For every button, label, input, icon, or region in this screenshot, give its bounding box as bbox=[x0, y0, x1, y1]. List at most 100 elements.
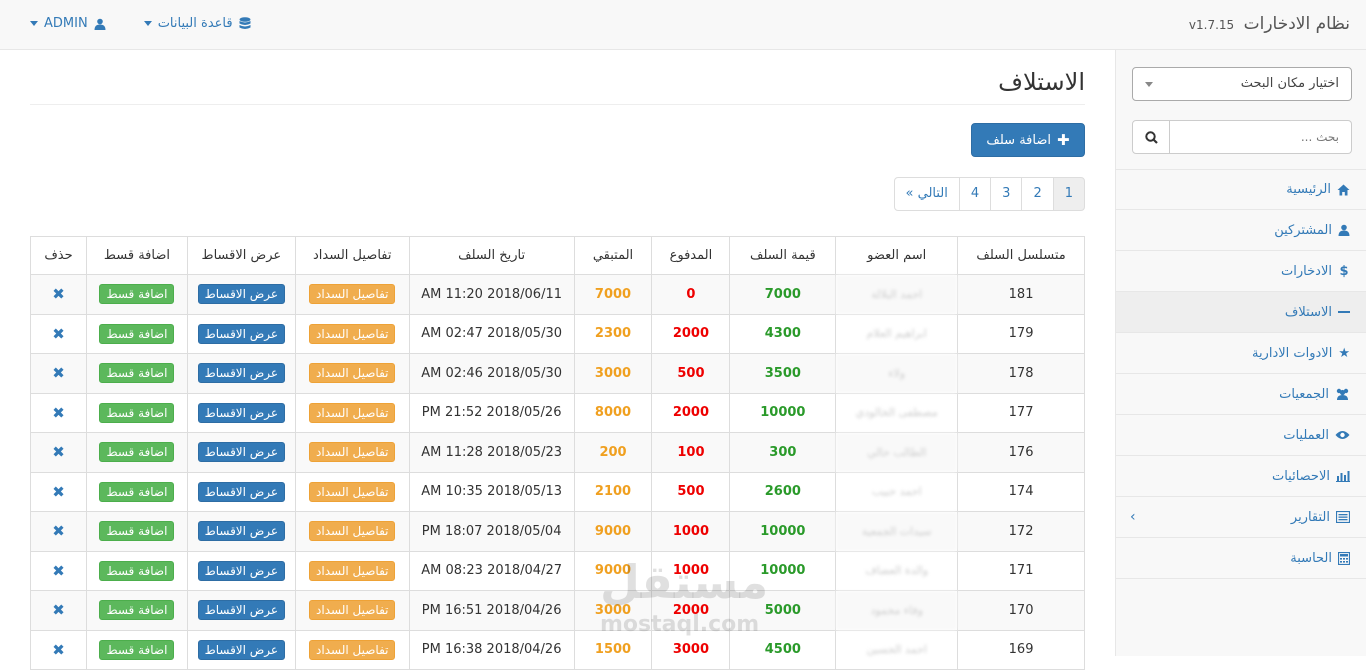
delete-icon[interactable]: ✖ bbox=[52, 404, 65, 422]
column-header: حذف bbox=[29, 236, 88, 275]
add-installment-button[interactable]: اضافة قسط bbox=[99, 363, 175, 384]
payment-details-button[interactable]: تفاصيل السداد bbox=[309, 521, 396, 542]
home-icon bbox=[1337, 184, 1350, 195]
payment-details-button[interactable]: تفاصيل السداد bbox=[309, 442, 396, 463]
admin-menu[interactable]: ADMIN bbox=[30, 16, 106, 31]
add-installment-button[interactable]: اضافة قسط bbox=[99, 323, 175, 344]
remaining-cell: 7000 bbox=[573, 274, 653, 315]
page-2[interactable]: 2 bbox=[1021, 177, 1054, 211]
member-name-cell: ابراهيم العلام bbox=[835, 313, 959, 354]
member-name-cell: ولاء bbox=[835, 353, 959, 394]
remaining-cell: 9000 bbox=[573, 550, 653, 591]
table-body: 181 احمد البلالة 7000 0 7000 AM 11:20 2018/06… bbox=[29, 274, 1085, 670]
view-installments-button[interactable]: عرض الاقساط bbox=[197, 323, 286, 344]
star-icon: ★ bbox=[1338, 345, 1350, 361]
payment-details-button[interactable]: تفاصيل السداد bbox=[309, 363, 396, 384]
add-installment-button[interactable]: اضافة قسط bbox=[99, 521, 175, 542]
payment-details-button[interactable]: تفاصيل السداد bbox=[309, 639, 396, 660]
delete-icon[interactable]: ✖ bbox=[52, 483, 65, 501]
loan-id-cell: 176 bbox=[957, 432, 1085, 473]
add-installment-button[interactable]: اضافة قسط bbox=[99, 639, 175, 660]
sidebar-item-operations[interactable]: العمليات bbox=[1116, 415, 1366, 456]
add-loan-button[interactable]: ✚ اضافة سلف bbox=[971, 123, 1085, 157]
app-brand[interactable]: نظام الادخارات v1.7.15 bbox=[1189, 14, 1350, 34]
table-row: 177 مصطفى الخالودي 10000 2000 8000 PM 21:52 2… bbox=[29, 392, 1085, 433]
payment-details-button[interactable]: تفاصيل السداد bbox=[309, 481, 396, 502]
payment-details-button[interactable]: تفاصيل السداد bbox=[309, 323, 396, 344]
search-button[interactable] bbox=[1132, 120, 1170, 154]
database-menu[interactable]: قاعدة البيانات bbox=[143, 16, 251, 31]
view-installments-button[interactable]: عرض الاقساط bbox=[197, 560, 286, 581]
view-installments-button[interactable]: عرض الاقساط bbox=[197, 481, 286, 502]
caret-down-icon bbox=[30, 21, 38, 26]
add-installment-button[interactable]: اضافة قسط bbox=[99, 560, 175, 581]
delete-icon[interactable]: ✖ bbox=[52, 641, 65, 659]
table-row: 170 وفاء محمود 5000 2000 3000 PM 16:51 2018/0… bbox=[29, 590, 1085, 631]
delete-icon[interactable]: ✖ bbox=[52, 364, 65, 382]
loan-id-cell: 181 bbox=[957, 274, 1085, 315]
add-installment-button[interactable]: اضافة قسط bbox=[99, 600, 175, 621]
loan-date-cell: PM 21:52 2018/05/26 bbox=[408, 392, 575, 433]
delete-icon[interactable]: ✖ bbox=[52, 601, 65, 619]
sidebar-item-associations[interactable]: الجمعيات bbox=[1116, 374, 1366, 415]
sidebar-item-label: الرئيسية bbox=[1286, 182, 1331, 197]
page-1[interactable]: 1 bbox=[1052, 177, 1085, 211]
member-name-cell: سيدات الجمعية bbox=[835, 511, 959, 552]
delete-cell: ✖ bbox=[29, 274, 88, 315]
search-input[interactable] bbox=[1170, 120, 1352, 154]
delete-icon[interactable]: ✖ bbox=[52, 325, 65, 343]
delete-icon[interactable]: ✖ bbox=[52, 285, 65, 303]
sidebar-item-savings[interactable]: الادخارات $ bbox=[1116, 251, 1366, 292]
delete-icon[interactable]: ✖ bbox=[52, 522, 65, 540]
add-installment-button[interactable]: اضافة قسط bbox=[99, 442, 175, 463]
page-4[interactable]: 4 bbox=[958, 177, 992, 211]
search-scope-select[interactable]: اختيار مكان البحث bbox=[1132, 67, 1352, 101]
member-name-cell: احمد الحسين bbox=[835, 629, 959, 670]
remaining-cell: 3000 bbox=[573, 590, 653, 631]
view-installments-button[interactable]: عرض الاقساط bbox=[197, 363, 286, 384]
caret-down-icon bbox=[143, 21, 152, 26]
sidebar-item-home[interactable]: الرئيسية bbox=[1116, 169, 1366, 210]
view-installments-button[interactable]: عرض الاقساط bbox=[197, 521, 286, 542]
chevron-left-icon: ‹ bbox=[1130, 509, 1136, 525]
payment-details-button[interactable]: تفاصيل السداد bbox=[309, 600, 396, 621]
column-header: اضافة قسط bbox=[86, 236, 188, 275]
add-installment-button[interactable]: اضافة قسط bbox=[99, 481, 175, 502]
add-installment-button[interactable]: اضافة قسط bbox=[99, 284, 175, 305]
payment-details-button[interactable]: تفاصيل السداد bbox=[309, 560, 396, 581]
sidebar-item-admin-tools[interactable]: الادوات الادارية ★ bbox=[1116, 333, 1366, 374]
view-installments-button[interactable]: عرض الاقساط bbox=[197, 600, 286, 621]
add-installment-cell: اضافة قسط bbox=[86, 432, 188, 473]
view-installments-button[interactable]: عرض الاقساط bbox=[197, 639, 286, 660]
sidebar-item-calculator[interactable]: الحاسبة bbox=[1116, 538, 1366, 579]
sidebar-item-reports[interactable]: ‹ التقارير bbox=[1116, 497, 1366, 538]
payment-details-button[interactable]: تفاصيل السداد bbox=[309, 402, 396, 423]
page-3[interactable]: 3 bbox=[990, 177, 1023, 211]
loan-value-cell: 3500 bbox=[729, 353, 837, 394]
member-name-cell: احمد البلالة bbox=[835, 274, 959, 315]
loan-value-cell: 7000 bbox=[729, 274, 837, 315]
paid-cell: 1000 bbox=[651, 511, 731, 552]
sidebar-item-subscribers[interactable]: المشتركين bbox=[1116, 210, 1366, 251]
pagination: 1 2 3 4 التالي » bbox=[893, 177, 1085, 211]
app-title[interactable]: نظام الادخارات bbox=[1244, 14, 1350, 34]
view-installments-button[interactable]: عرض الاقساط bbox=[197, 442, 286, 463]
delete-icon[interactable]: ✖ bbox=[52, 443, 65, 461]
view-installments-button[interactable]: عرض الاقساط bbox=[197, 284, 286, 305]
delete-icon[interactable]: ✖ bbox=[52, 562, 65, 580]
payment-details-button[interactable]: تفاصيل السداد bbox=[309, 284, 396, 305]
dollar-icon: $ bbox=[1339, 263, 1349, 279]
table-row: 169 احمد الحسين 4500 3000 1500 PM 16:38 2018/… bbox=[29, 629, 1085, 670]
details-cell: تفاصيل السداد bbox=[294, 550, 410, 591]
page-next[interactable]: التالي » bbox=[893, 177, 960, 211]
sidebar-item-statistics[interactable]: الاحصائيات bbox=[1116, 456, 1366, 497]
sidebar-item-loans[interactable]: الاستلاف bbox=[1116, 292, 1366, 333]
installments-cell: عرض الاقساط bbox=[186, 274, 296, 315]
view-installments-button[interactable]: عرض الاقساط bbox=[197, 402, 286, 423]
table-row: 172 سيدات الجمعية 10000 1000 9000 PM 18:07 20… bbox=[29, 511, 1085, 552]
delete-cell: ✖ bbox=[29, 590, 88, 631]
member-name-cell: احمد حبيب bbox=[835, 471, 959, 512]
add-installment-button[interactable]: اضافة قسط bbox=[99, 402, 175, 423]
delete-cell: ✖ bbox=[29, 550, 88, 591]
installments-cell: عرض الاقساط bbox=[186, 471, 296, 512]
